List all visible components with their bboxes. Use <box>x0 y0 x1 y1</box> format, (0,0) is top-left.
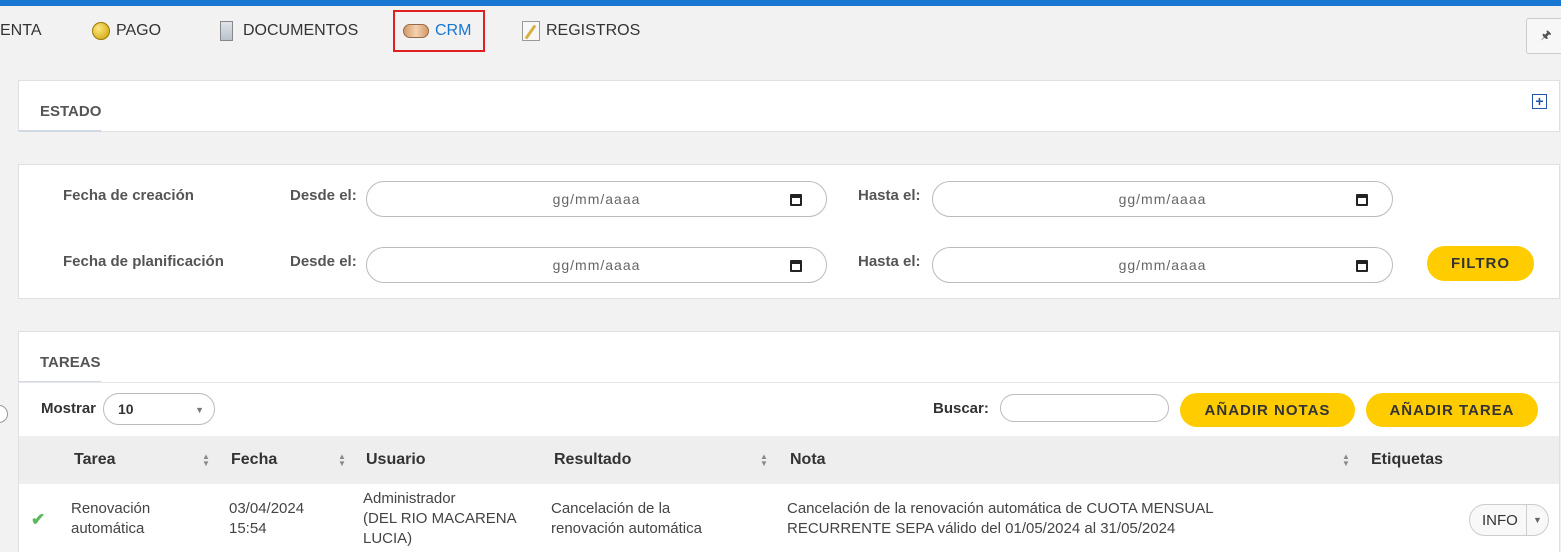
cell-tarea: Renovación automática <box>71 500 151 537</box>
calendar-icon[interactable] <box>1356 260 1368 272</box>
column-header-tarea[interactable]: Tarea <box>74 436 116 484</box>
date-placeholder: gg/mm/aaaa <box>552 191 641 207</box>
sort-icon[interactable]: ▲ ▼ <box>760 453 768 468</box>
tasks-panel: TAREAS Mostrar 10 ▼ Buscar: AÑADIR NOTAS… <box>18 331 1560 552</box>
nav-item-documentos[interactable]: DOCUMENTOS <box>220 6 358 55</box>
nav-item-label: REGISTROS <box>546 21 641 39</box>
document-icon <box>220 20 233 41</box>
check-icon: ✔ <box>31 510 46 529</box>
nav-item-pago[interactable]: PAGO <box>92 6 161 55</box>
notepad-icon <box>522 20 540 41</box>
pin-button[interactable]: 🖈 <box>1526 18 1561 54</box>
calendar-icon[interactable] <box>1356 194 1368 206</box>
planning-from-label: Desde el: <box>290 253 357 270</box>
nav-item-cuenta[interactable]: ENTA <box>0 6 41 55</box>
planning-to-date-input[interactable]: gg/mm/aaaa <box>932 247 1393 283</box>
planning-date-label: Fecha de planificación <box>63 253 224 270</box>
date-placeholder: gg/mm/aaaa <box>1118 191 1207 207</box>
coin-icon <box>92 21 110 40</box>
cell-nota: Cancelación de la renovación automática … <box>787 500 1214 537</box>
filter-button[interactable]: FILTRO <box>1427 246 1534 281</box>
cell-resultado: Cancelación de la renovación automática <box>551 500 702 537</box>
creation-to-label: Hasta el: <box>858 187 921 204</box>
column-header-fecha[interactable]: Fecha <box>231 436 277 484</box>
estado-title: ESTADO <box>40 103 102 120</box>
expand-plus-icon[interactable]: + <box>1532 94 1547 109</box>
planning-to-label: Hasta el: <box>858 253 921 270</box>
creation-from-label: Desde el: <box>290 187 357 204</box>
sort-icon[interactable]: ▲ ▼ <box>1342 453 1350 468</box>
column-header-nota[interactable]: Nota <box>790 436 826 484</box>
show-entries-select[interactable]: 10 ▼ <box>103 393 215 425</box>
nav-item-registros[interactable]: REGISTROS <box>522 6 640 55</box>
chevron-down-icon: ▼ <box>195 405 204 415</box>
info-button-label[interactable]: INFO <box>1470 505 1527 535</box>
search-label: Buscar: <box>933 400 989 417</box>
nav-item-label: CRM <box>435 22 472 39</box>
pin-icon: 🖈 <box>1540 27 1552 42</box>
nav-item-label: PAGO <box>116 21 162 39</box>
planning-from-date-input[interactable]: gg/mm/aaaa <box>366 247 827 283</box>
column-header-usuario[interactable]: Usuario <box>366 436 426 484</box>
table-row[interactable]: ✔ Renovación automática 03/04/2024 15:54… <box>19 484 1559 552</box>
module-nav: ENTA PAGO DOCUMENTOS CRM REGISTROS 🖈 <box>0 6 1561 55</box>
table-header: Tarea ▲ ▼ Fecha ▲ ▼ Usuario Resultado ▲ ▼ N… <box>19 436 1559 484</box>
nav-item-crm[interactable]: CRM <box>393 10 486 52</box>
search-input[interactable] <box>1000 394 1169 422</box>
date-placeholder: gg/mm/aaaa <box>552 257 641 273</box>
handshake-icon <box>403 24 429 38</box>
info-dropdown-button[interactable]: INFO ▼ <box>1469 504 1549 536</box>
nav-item-label: DOCUMENTOS <box>243 21 359 39</box>
cell-usuario: Administrador (DEL RIO MACARENA LUCIA) <box>363 490 517 547</box>
cell-fecha: 03/04/2024 15:54 <box>229 500 305 537</box>
add-task-button[interactable]: AÑADIR TAREA <box>1366 393 1538 427</box>
sort-icon[interactable]: ▲ ▼ <box>338 453 346 468</box>
nav-item-label: ENTA <box>0 21 42 39</box>
sort-icon[interactable]: ▲ ▼ <box>202 453 210 468</box>
date-placeholder: gg/mm/aaaa <box>1118 257 1207 273</box>
show-entries-value: 10 <box>118 401 134 417</box>
estado-tab-underline <box>19 130 101 132</box>
creation-date-label: Fecha de creación <box>63 187 194 204</box>
calendar-icon[interactable] <box>790 260 802 272</box>
side-scroll-handle[interactable] <box>0 405 8 423</box>
calendar-icon[interactable] <box>790 194 802 206</box>
creation-to-date-input[interactable]: gg/mm/aaaa <box>932 181 1393 217</box>
show-entries-label: Mostrar <box>41 400 97 417</box>
divider <box>19 382 1559 383</box>
column-header-etiquetas[interactable]: Etiquetas <box>1371 436 1443 484</box>
filter-panel: Fecha de creación Desde el: gg/mm/aaaa H… <box>18 164 1560 299</box>
creation-from-date-input[interactable]: gg/mm/aaaa <box>366 181 827 217</box>
column-header-resultado[interactable]: Resultado <box>554 436 631 484</box>
tasks-title: TAREAS <box>40 354 101 371</box>
estado-panel: ESTADO + <box>18 80 1560 132</box>
chevron-down-icon[interactable]: ▼ <box>1527 515 1548 525</box>
add-notes-button[interactable]: AÑADIR NOTAS <box>1180 393 1355 427</box>
